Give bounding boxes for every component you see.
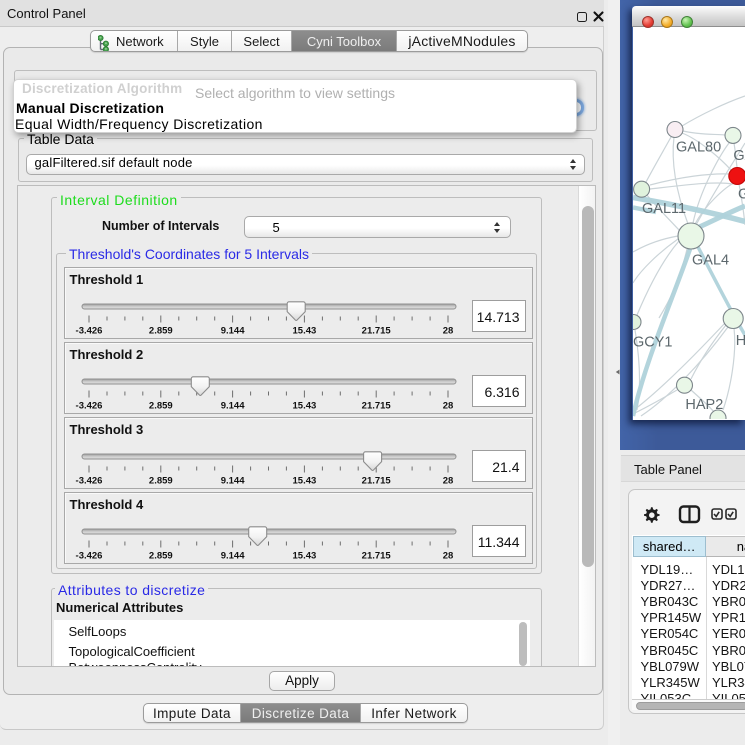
svg-text:28: 28 bbox=[443, 401, 454, 412]
svg-text:2.859: 2.859 bbox=[149, 551, 173, 562]
svg-text:15.43: 15.43 bbox=[293, 476, 317, 487]
svg-text:-3.426: -3.426 bbox=[76, 476, 103, 487]
svg-text:15.43: 15.43 bbox=[293, 401, 317, 412]
svg-text:HAP2: HAP2 bbox=[685, 397, 723, 413]
svg-text:2.859: 2.859 bbox=[149, 326, 173, 337]
svg-text:G: G bbox=[738, 187, 745, 203]
svg-text:GA: GA bbox=[733, 148, 745, 164]
svg-text:9.144: 9.144 bbox=[221, 326, 245, 337]
svg-text:21.715: 21.715 bbox=[362, 551, 392, 562]
svg-text:28: 28 bbox=[443, 476, 454, 487]
svg-text:GAL11: GAL11 bbox=[642, 201, 686, 217]
svg-text:GAL4: GAL4 bbox=[692, 253, 729, 269]
svg-text:GAL80: GAL80 bbox=[676, 140, 721, 156]
svg-text:-3.426: -3.426 bbox=[76, 326, 103, 337]
svg-text:21.715: 21.715 bbox=[362, 401, 392, 412]
svg-text:21.715: 21.715 bbox=[362, 476, 392, 487]
svg-text:28: 28 bbox=[443, 326, 454, 337]
svg-text:28: 28 bbox=[443, 551, 454, 562]
svg-text:-3.426: -3.426 bbox=[76, 401, 103, 412]
svg-text:9.144: 9.144 bbox=[221, 551, 245, 562]
svg-text:H: H bbox=[736, 333, 745, 349]
svg-text:-3.426: -3.426 bbox=[76, 551, 103, 562]
svg-text:9.144: 9.144 bbox=[221, 476, 245, 487]
svg-text:9.144: 9.144 bbox=[221, 401, 245, 412]
svg-text:15.43: 15.43 bbox=[293, 551, 317, 562]
svg-text:2.859: 2.859 bbox=[149, 476, 173, 487]
svg-text:GCY1: GCY1 bbox=[633, 335, 673, 351]
svg-text:21.715: 21.715 bbox=[362, 326, 392, 337]
svg-text:15.43: 15.43 bbox=[293, 326, 317, 337]
svg-text:2.859: 2.859 bbox=[149, 401, 173, 412]
